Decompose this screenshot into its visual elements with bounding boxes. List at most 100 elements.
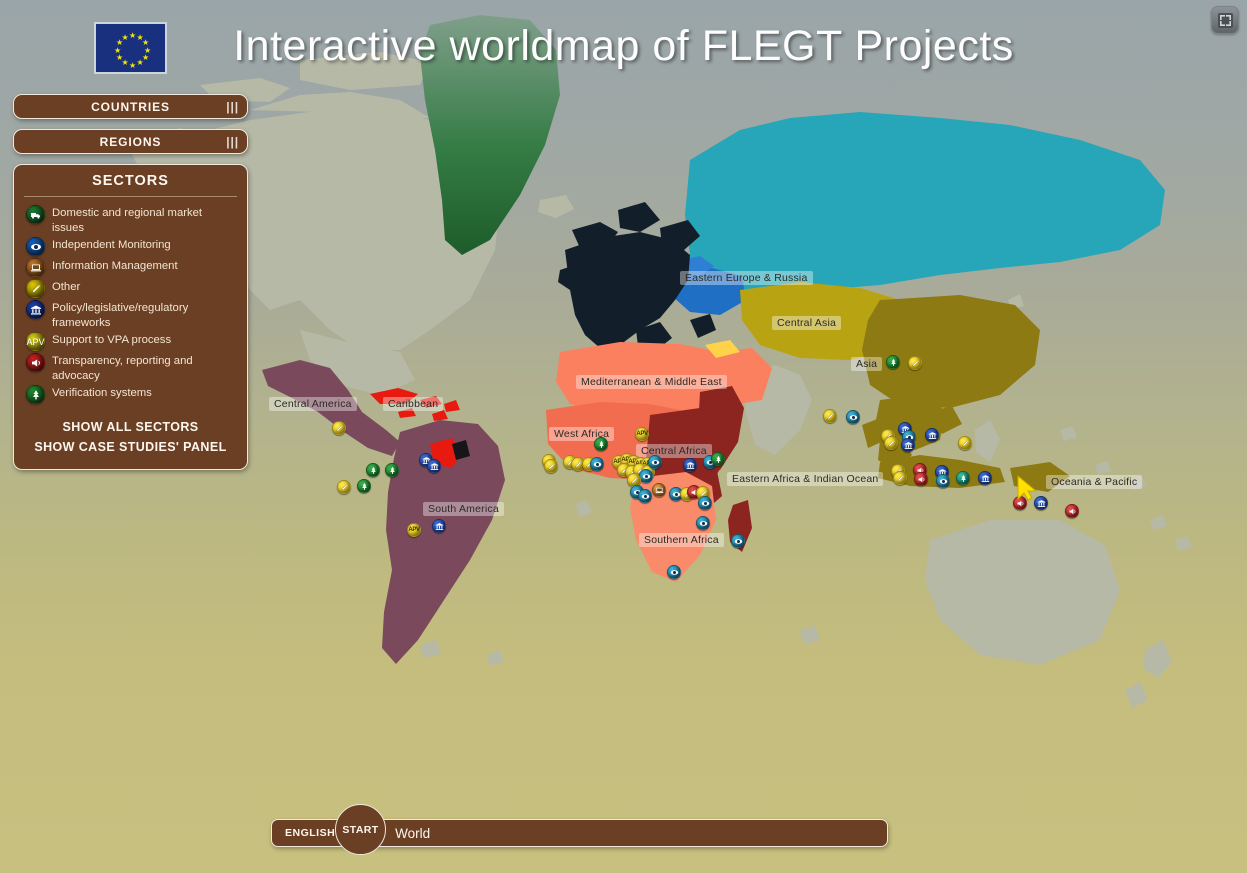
project-marker[interactable] bbox=[956, 471, 970, 485]
project-marker[interactable] bbox=[893, 471, 907, 485]
eu-star-icon: ★ bbox=[129, 60, 137, 70]
project-marker[interactable] bbox=[846, 410, 860, 424]
sector-item-4[interactable]: Policy/legislative/regulatory frameworks bbox=[14, 299, 247, 331]
sector-item-label: Domestic and regional market issues bbox=[52, 207, 203, 234]
project-marker[interactable] bbox=[696, 516, 710, 530]
project-marker[interactable] bbox=[332, 421, 346, 435]
sector-item-label: Other bbox=[52, 281, 81, 293]
region-label[interactable]: Eastern Europe & Russia bbox=[680, 271, 813, 285]
region-label[interactable]: Asia bbox=[851, 357, 883, 371]
project-marker[interactable] bbox=[594, 437, 608, 451]
project-marker[interactable] bbox=[432, 519, 446, 533]
project-marker[interactable]: APV bbox=[635, 427, 649, 441]
project-marker[interactable] bbox=[544, 459, 558, 473]
eu-star-icon: ★ bbox=[116, 53, 124, 62]
project-marker[interactable] bbox=[901, 438, 915, 452]
eu-flag-icon: ★ ★ ★ ★ ★ ★ ★ ★ ★ ★ ★ ★ bbox=[94, 22, 167, 74]
laptop-icon bbox=[26, 258, 45, 277]
project-marker[interactable] bbox=[427, 459, 441, 473]
project-marker[interactable] bbox=[648, 455, 662, 469]
sector-item-label: Transparency, reporting and advocacy bbox=[52, 355, 193, 382]
regions-grip-icon[interactable]: ||| bbox=[226, 135, 239, 149]
project-marker[interactable] bbox=[337, 480, 351, 494]
countries-button[interactable]: COUNTRIES ||| bbox=[13, 94, 248, 119]
eu-star-icon: ★ bbox=[141, 38, 150, 47]
project-marker[interactable] bbox=[711, 452, 725, 466]
project-marker[interactable] bbox=[590, 457, 604, 471]
project-marker[interactable] bbox=[698, 496, 712, 510]
project-marker[interactable] bbox=[958, 436, 972, 450]
start-button[interactable]: START bbox=[335, 804, 386, 855]
region-label[interactable]: Mediterranean & Middle East bbox=[576, 375, 727, 389]
show-case-studies-panel-button[interactable]: SHOW CASE STUDIES' PANEL bbox=[14, 437, 247, 457]
project-marker[interactable] bbox=[731, 534, 745, 548]
sector-item-label: Verification systems bbox=[52, 387, 152, 399]
project-marker[interactable] bbox=[683, 458, 697, 472]
bottom-bar: ENGLISH START World bbox=[271, 804, 888, 855]
project-marker[interactable] bbox=[638, 489, 652, 503]
project-marker[interactable] bbox=[914, 472, 928, 486]
sector-item-0[interactable]: Domestic and regional market issues bbox=[14, 204, 247, 236]
region-label[interactable]: Oceania & Pacific bbox=[1046, 475, 1143, 489]
sector-item-label: Support to VPA process bbox=[52, 334, 172, 346]
sector-item-1[interactable]: Independent Monitoring bbox=[14, 236, 247, 257]
show-all-sectors-button[interactable]: SHOW ALL SECTORS bbox=[14, 417, 247, 437]
project-marker[interactable] bbox=[978, 471, 992, 485]
arrow-cursor bbox=[1017, 475, 1038, 501]
project-marker[interactable] bbox=[908, 356, 922, 370]
eu-star-icon: ★ bbox=[129, 30, 137, 40]
region-label[interactable]: Central Africa bbox=[636, 444, 712, 458]
bank-building-icon bbox=[26, 300, 45, 319]
region-label[interactable]: South America bbox=[423, 502, 504, 516]
sector-item-label: Independent Monitoring bbox=[52, 239, 171, 251]
project-marker[interactable] bbox=[886, 355, 900, 369]
sector-item-7[interactable]: Verification systems bbox=[14, 384, 247, 405]
sector-item-label: Information Management bbox=[52, 260, 178, 272]
apv-badge-icon: APV bbox=[26, 332, 45, 351]
project-marker[interactable] bbox=[936, 474, 950, 488]
countries-grip-icon[interactable]: ||| bbox=[226, 100, 239, 114]
project-marker[interactable] bbox=[823, 409, 837, 423]
project-marker[interactable] bbox=[1065, 504, 1079, 518]
region-label[interactable]: Central America bbox=[269, 397, 357, 411]
sector-item-5[interactable]: APV Support to VPA process bbox=[14, 331, 247, 352]
project-marker[interactable] bbox=[925, 428, 939, 442]
pencil-icon bbox=[26, 279, 45, 298]
project-marker[interactable] bbox=[366, 463, 380, 477]
sectors-panel: SECTORS Domestic and regional market iss… bbox=[13, 164, 248, 470]
truck-icon bbox=[26, 205, 45, 224]
project-marker[interactable] bbox=[667, 565, 681, 579]
sidebar: ★ ★ ★ ★ ★ ★ ★ ★ ★ ★ ★ ★ COUNTRIES ||| REGIONS ||| S… bbox=[13, 22, 248, 470]
region-asia bbox=[862, 295, 1040, 408]
region-label[interactable]: Southern Africa bbox=[639, 533, 724, 547]
region-label[interactable]: Eastern Africa & Indian Ocean bbox=[727, 472, 884, 486]
project-marker[interactable]: APV bbox=[407, 523, 421, 537]
fullscreen-button[interactable] bbox=[1211, 6, 1239, 34]
sector-item-6[interactable]: Transparency, reporting and advocacy bbox=[14, 352, 247, 384]
project-marker[interactable] bbox=[639, 469, 653, 483]
eu-star-icon: ★ bbox=[114, 45, 122, 55]
regions-label: REGIONS bbox=[99, 134, 162, 149]
language-button[interactable]: ENGLISH bbox=[285, 827, 335, 839]
eu-star-icon: ★ bbox=[136, 58, 144, 68]
sector-item-2[interactable]: Information Management bbox=[14, 257, 247, 278]
project-marker[interactable] bbox=[385, 463, 399, 477]
sectors-title: SECTORS bbox=[24, 173, 237, 197]
project-marker[interactable] bbox=[652, 483, 666, 497]
countries-label: COUNTRIES bbox=[91, 99, 170, 114]
sector-item-label: Policy/legislative/regulatory frameworks bbox=[52, 302, 189, 329]
regions-button[interactable]: REGIONS ||| bbox=[13, 129, 248, 154]
eye-icon bbox=[26, 237, 45, 256]
sector-list: Domestic and regional market issues Indep… bbox=[14, 204, 247, 405]
region-europe bbox=[565, 232, 690, 348]
sector-item-3[interactable]: Other bbox=[14, 278, 247, 299]
project-marker[interactable] bbox=[357, 479, 371, 493]
megaphone-icon bbox=[26, 353, 45, 372]
project-marker[interactable] bbox=[884, 436, 898, 450]
fullscreen-icon bbox=[1217, 12, 1233, 28]
region-label[interactable]: Central Asia bbox=[772, 316, 842, 330]
scope-label: World bbox=[395, 825, 431, 841]
eu-star-icon: ★ bbox=[121, 32, 129, 42]
sector-actions: SHOW ALL SECTORS SHOW CASE STUDIES' PANE… bbox=[14, 417, 247, 457]
region-label[interactable]: Caribbean bbox=[383, 397, 444, 411]
